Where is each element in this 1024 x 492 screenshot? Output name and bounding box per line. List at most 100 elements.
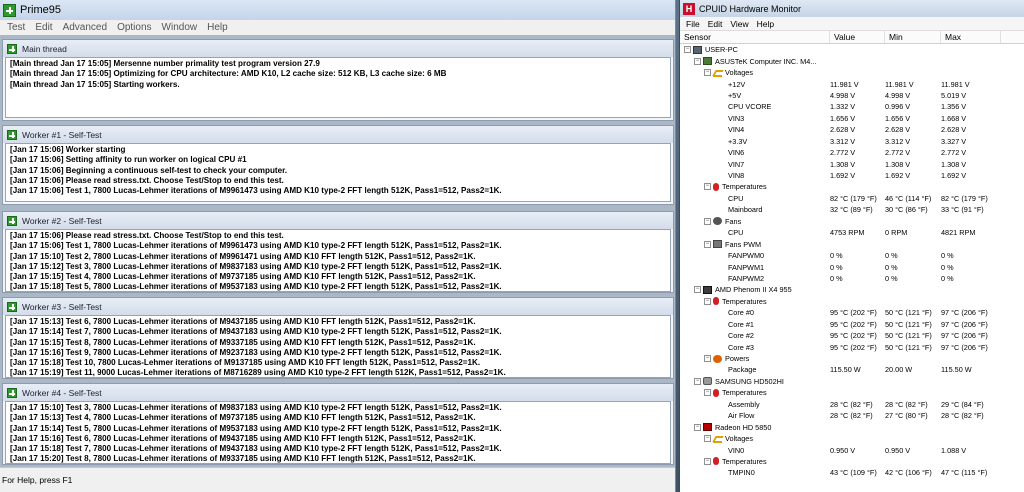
sensor-row[interactable]: VIN7 1.308 V 1.308 V 1.308 V — [680, 158, 1024, 169]
sensor-name: Temperatures — [722, 296, 767, 306]
sensor-row[interactable]: − SAMSUNG HD502HI — [680, 376, 1024, 387]
collapse-toggle-icon[interactable]: − — [704, 217, 711, 225]
sensor-row[interactable]: − Voltages — [680, 433, 1024, 444]
collapse-toggle-icon[interactable]: − — [684, 46, 691, 54]
collapse-toggle-icon[interactable]: − — [694, 57, 701, 65]
sensor-row[interactable]: Core #2 95 °C (202 °F) 50 °C (121 °F) 97 °C… — [680, 330, 1024, 341]
sensor-value: 4753 RPM — [830, 228, 865, 238]
collapse-toggle-icon[interactable]: − — [694, 377, 701, 385]
sensor-value: 43 °C (109 °F) — [830, 468, 877, 478]
sensor-row[interactable]: CPU VCORE 1.332 V 0.996 V 1.356 V — [680, 101, 1024, 112]
worker-1-titlebar[interactable]: Worker #1 - Self-Test — [3, 126, 673, 143]
sensor-row[interactable]: − USER-PC — [680, 44, 1024, 55]
fan-icon — [713, 217, 722, 226]
sensor-row[interactable]: +12V 11.981 V 11.981 V 11.981 V — [680, 78, 1024, 89]
sensor-row[interactable]: − Temperatures — [680, 456, 1024, 467]
sensor-name: Package — [728, 365, 757, 375]
sensor-min: 46 °C (114 °F) — [885, 193, 932, 203]
worker-3-titlebar[interactable]: Worker #3 - Self-Test — [3, 298, 673, 315]
worker-3-window[interactable]: Worker #3 - Self-Test [Jan 17 15:13] Tes… — [2, 297, 674, 379]
column-header-value[interactable]: Value — [830, 31, 885, 43]
sensor-row[interactable]: − Fans — [680, 216, 1024, 227]
sensor-row[interactable]: − Fans PWM — [680, 238, 1024, 249]
menu-window[interactable]: Window — [157, 22, 203, 33]
sensor-row[interactable]: − Temperatures — [680, 181, 1024, 192]
sensor-row[interactable]: VIN8 1.692 V 1.692 V 1.692 V — [680, 170, 1024, 181]
worker-3-log[interactable]: [Jan 17 15:13] Test 6, 7800 Lucas-Lehmer… — [5, 315, 671, 378]
log-line: [Jan 17 15:06] Please read stress.txt. C… — [10, 231, 284, 240]
collapse-toggle-icon[interactable]: − — [704, 457, 711, 465]
worker-2-window[interactable]: Worker #2 - Self-Test [Jan 17 15:06] Ple… — [2, 211, 674, 293]
collapse-toggle-icon[interactable]: − — [704, 435, 711, 443]
main-thread-window[interactable]: Main thread [Main thread Jan 17 15:05] M… — [2, 39, 674, 121]
sensor-min: 1.692 V — [885, 171, 911, 181]
menu-options[interactable]: Options — [112, 22, 156, 33]
menu-advanced[interactable]: Advanced — [58, 22, 112, 33]
sensor-row[interactable]: FANPWM2 0 % 0 % 0 % — [680, 273, 1024, 284]
sensor-max: 97 °C (206 °F) — [941, 331, 988, 341]
worker-4-titlebar[interactable]: Worker #4 - Self-Test — [3, 384, 673, 401]
sensor-value: 0 % — [830, 273, 843, 283]
sensor-row[interactable]: VIN6 2.772 V 2.772 V 2.772 V — [680, 147, 1024, 158]
worker-2-titlebar[interactable]: Worker #2 - Self-Test — [3, 212, 673, 229]
column-header-max[interactable]: Max — [941, 31, 1001, 43]
sensor-row[interactable]: − Radeon HD 5850 — [680, 421, 1024, 432]
sensor-row[interactable]: − Temperatures — [680, 296, 1024, 307]
menu-help[interactable]: Help — [753, 19, 778, 29]
sensor-row[interactable]: Core #3 95 °C (202 °F) 50 °C (121 °F) 97 °C… — [680, 341, 1024, 352]
menu-file[interactable]: File — [682, 19, 704, 29]
collapse-toggle-icon[interactable]: − — [704, 183, 711, 191]
sensor-row[interactable]: Core #1 95 °C (202 °F) 50 °C (121 °F) 97 °C… — [680, 319, 1024, 330]
sensor-name-cell: +12V — [680, 80, 830, 89]
sensor-row[interactable]: VIN3 1.656 V 1.656 V 1.668 V — [680, 113, 1024, 124]
collapse-toggle-icon[interactable]: − — [704, 240, 711, 248]
collapse-toggle-icon[interactable]: − — [704, 355, 711, 363]
sensor-tree[interactable]: − USER-PC − ASUSTeK Computer INC. M4... − Vol… — [680, 44, 1024, 479]
collapse-toggle-icon[interactable]: − — [694, 423, 701, 431]
menu-edit[interactable]: Edit — [704, 19, 727, 29]
sensor-max: 97 °C (206 °F) — [941, 308, 988, 318]
prime95-titlebar[interactable]: Prime95 — [0, 0, 675, 20]
collapse-toggle-icon[interactable]: − — [704, 297, 711, 305]
main-thread-titlebar[interactable]: Main thread — [3, 40, 673, 57]
sensor-name-cell: VIN7 — [680, 160, 830, 169]
menu-help[interactable]: Help — [202, 22, 233, 33]
sensor-row[interactable]: Mainboard 32 °C (89 °F) 30 °C (86 °F) 33 °C… — [680, 204, 1024, 215]
sensor-row[interactable]: Core #0 95 °C (202 °F) 50 °C (121 °F) 97 °C… — [680, 307, 1024, 318]
worker-4-window[interactable]: Worker #4 - Self-Test [Jan 17 15:10] Tes… — [2, 383, 674, 465]
sensor-row[interactable]: − Powers — [680, 353, 1024, 364]
main-thread-log[interactable]: [Main thread Jan 17 15:05] Mersenne numb… — [5, 57, 671, 118]
worker-2-log[interactable]: [Jan 17 15:06] Please read stress.txt. C… — [5, 229, 671, 292]
sensor-row[interactable]: FANPWM0 0 % 0 % 0 % — [680, 250, 1024, 261]
sensor-row[interactable]: FANPWM1 0 % 0 % 0 % — [680, 261, 1024, 272]
menu-edit[interactable]: Edit — [30, 22, 57, 33]
sensor-row[interactable]: CPU 4753 RPM 0 RPM 4821 RPM — [680, 227, 1024, 238]
status-text: For Help, press F1 — [2, 475, 73, 485]
sensor-row[interactable]: Air Flow 28 °C (82 °F) 27 °C (80 °F) 28 °C … — [680, 410, 1024, 421]
sensor-row[interactable]: +5V 4.998 V 4.998 V 5.019 V — [680, 90, 1024, 101]
menu-view[interactable]: View — [726, 19, 752, 29]
collapse-toggle-icon[interactable]: − — [704, 69, 711, 77]
sensor-row[interactable]: − AMD Phenom II X4 955 — [680, 284, 1024, 295]
sensor-row[interactable]: VIN4 2.628 V 2.628 V 2.628 V — [680, 124, 1024, 135]
collapse-toggle-icon[interactable]: − — [694, 286, 701, 294]
sensor-row[interactable]: − ASUSTeK Computer INC. M4... — [680, 55, 1024, 66]
hwmonitor-titlebar[interactable]: H CPUID Hardware Monitor — [680, 0, 1024, 17]
collapse-toggle-icon[interactable]: − — [704, 389, 711, 397]
worker-1-log[interactable]: [Jan 17 15:06] Worker starting [Jan 17 1… — [5, 143, 671, 202]
sensor-row[interactable]: +3.3V 3.312 V 3.312 V 3.327 V — [680, 136, 1024, 147]
column-header-sensor[interactable]: Sensor — [680, 31, 830, 43]
sensor-row[interactable]: Package 115.50 W 20.00 W 115.50 W — [680, 364, 1024, 375]
sensor-row[interactable]: VIN0 0.950 V 0.950 V 1.088 V — [680, 444, 1024, 455]
sensor-row[interactable]: − Voltages — [680, 67, 1024, 78]
sensor-row[interactable]: − Temperatures — [680, 387, 1024, 398]
sensor-row[interactable]: Assembly 28 °C (82 °F) 28 °C (82 °F) 29 °C … — [680, 399, 1024, 410]
log-line: [Jan 17 15:06] Beginning a continuous se… — [10, 165, 288, 175]
sensor-row[interactable]: TMPIN0 43 °C (109 °F) 42 °C (106 °F) 47 °C … — [680, 467, 1024, 478]
menu-test[interactable]: Test — [2, 22, 30, 33]
worker-4-log[interactable]: [Jan 17 15:10] Test 3, 7800 Lucas-Lehmer… — [5, 401, 671, 464]
worker-1-window[interactable]: Worker #1 - Self-Test [Jan 17 15:06] Wor… — [2, 125, 674, 205]
sensor-name: FANPWM2 — [728, 273, 765, 283]
sensor-row[interactable]: CPU 82 °C (179 °F) 46 °C (114 °F) 82 °C (17… — [680, 193, 1024, 204]
column-header-min[interactable]: Min — [885, 31, 941, 43]
